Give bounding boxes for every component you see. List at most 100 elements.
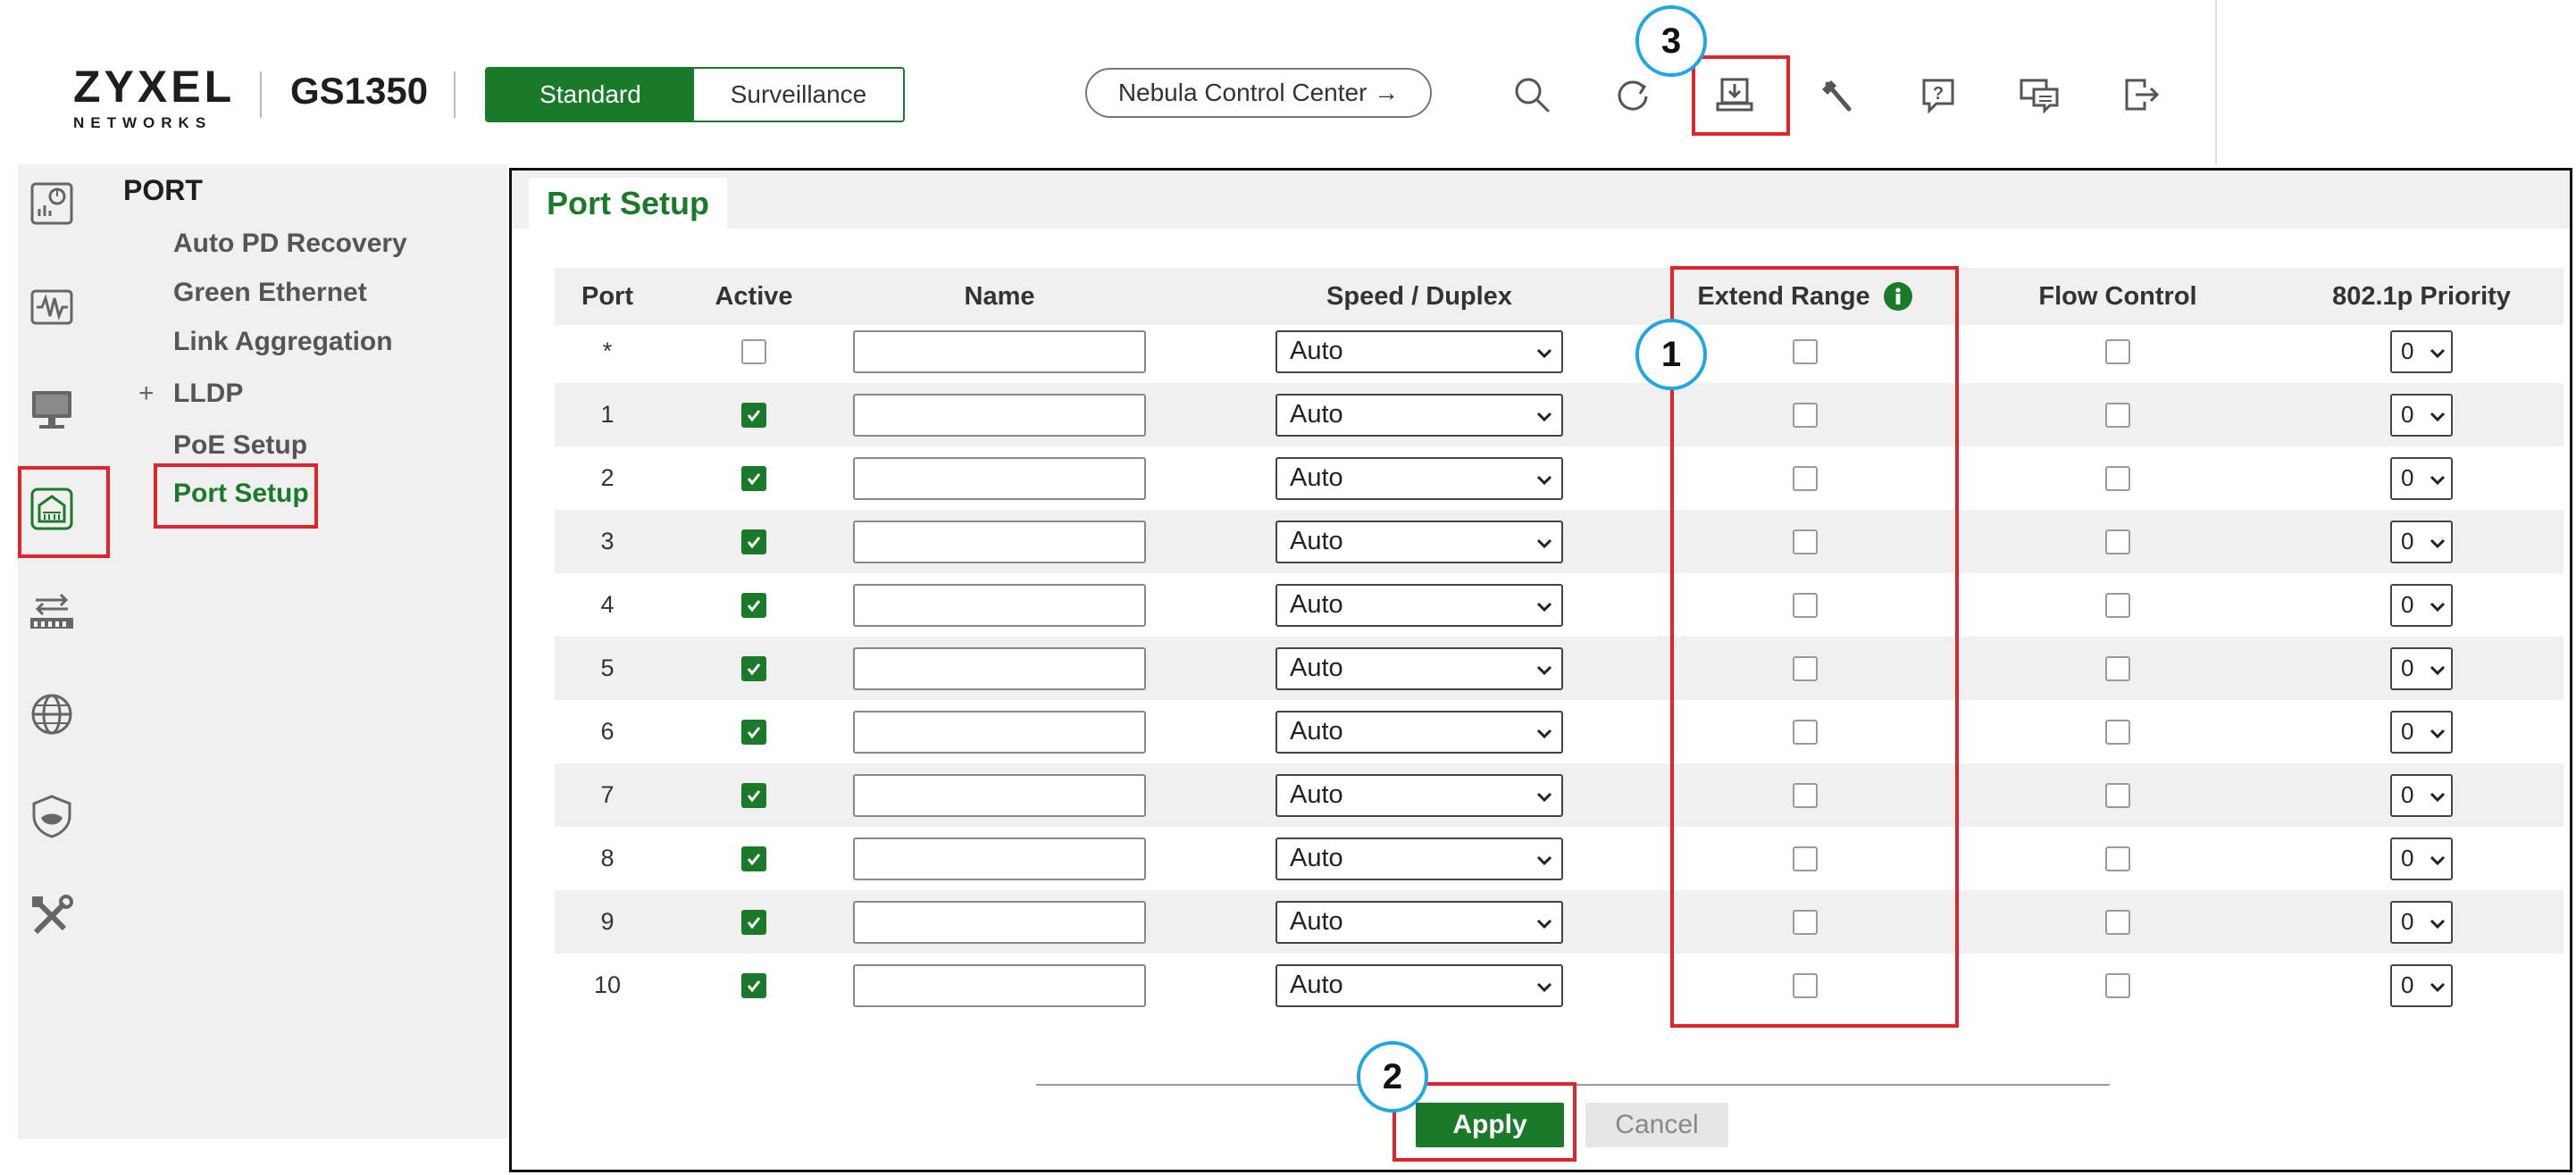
- port-cell: *: [555, 320, 660, 383]
- priority-select[interactable]: 0: [2390, 583, 2453, 627]
- flow-control-checkbox[interactable]: [2105, 909, 2130, 935]
- active-cell: [660, 890, 848, 954]
- priority-cell: 0: [2279, 700, 2564, 763]
- active-checkbox[interactable]: [741, 972, 766, 998]
- active-checkbox[interactable]: [741, 782, 766, 808]
- active-cell: [660, 446, 848, 510]
- active-checkbox[interactable]: [741, 909, 766, 935]
- priority-select[interactable]: 0: [2390, 393, 2453, 437]
- speed-duplex-select[interactable]: Auto: [1275, 710, 1563, 754]
- search-icon[interactable]: [1505, 68, 1559, 121]
- logout-icon[interactable]: [2114, 68, 2168, 121]
- flow-control-checkbox[interactable]: [2105, 782, 2130, 808]
- flow-control-checkbox[interactable]: [2105, 719, 2130, 745]
- table-row: 2 Auto 0: [555, 446, 2563, 510]
- help-icon[interactable]: ?: [1911, 68, 1965, 121]
- name-cell: [848, 320, 1151, 383]
- flow-control-checkbox[interactable]: [2105, 338, 2130, 364]
- priority-value: 0: [2401, 528, 2414, 554]
- speed-duplex-select[interactable]: Auto: [1275, 963, 1563, 1007]
- nav-item-green-ethernet[interactable]: Green Ethernet: [173, 278, 367, 308]
- chevron-down-icon: [1536, 907, 1552, 937]
- cancel-button[interactable]: Cancel: [1585, 1103, 1728, 1147]
- switching-icon[interactable]: [25, 586, 79, 639]
- speed-duplex-select[interactable]: Auto: [1275, 393, 1563, 437]
- flow-control-checkbox[interactable]: [2105, 972, 2130, 998]
- nav-item-auto-pd-recovery[interactable]: Auto PD Recovery: [173, 229, 407, 259]
- port-name-input[interactable]: [853, 773, 1146, 817]
- nav-item-poe-setup[interactable]: PoE Setup: [173, 430, 307, 461]
- speed-duplex-select[interactable]: Auto: [1275, 773, 1563, 817]
- priority-select[interactable]: 0: [2390, 963, 2453, 1007]
- highlight-port-setup-nav: [154, 463, 318, 529]
- port-name-input[interactable]: [853, 710, 1146, 754]
- maintenance-icon[interactable]: [25, 889, 79, 943]
- active-checkbox[interactable]: [741, 338, 766, 364]
- priority-value: 0: [2401, 591, 2414, 618]
- speed-duplex-select[interactable]: Auto: [1275, 583, 1563, 627]
- speed-duplex-select[interactable]: Auto: [1275, 646, 1563, 690]
- active-checkbox[interactable]: [741, 402, 766, 428]
- name-cell: [848, 700, 1151, 763]
- flow-control-cell: [1984, 827, 2252, 890]
- priority-select[interactable]: 0: [2390, 773, 2453, 817]
- active-checkbox[interactable]: [741, 719, 766, 745]
- active-checkbox[interactable]: [741, 465, 766, 491]
- flow-control-checkbox[interactable]: [2105, 402, 2130, 428]
- active-checkbox[interactable]: [741, 592, 766, 618]
- port-cell: 10: [555, 954, 660, 1017]
- flow-control-checkbox[interactable]: [2105, 592, 2130, 618]
- chevron-down-icon: [1536, 400, 1552, 429]
- monitor-icon[interactable]: [25, 280, 79, 334]
- nav-item-link-aggregation[interactable]: Link Aggregation: [173, 327, 393, 357]
- port-number: 6: [600, 718, 615, 745]
- system-icon[interactable]: [25, 382, 79, 436]
- nebula-control-center-button[interactable]: Nebula Control Center →: [1085, 68, 1432, 118]
- port-name-input[interactable]: [853, 393, 1146, 437]
- priority-select[interactable]: 0: [2390, 837, 2453, 880]
- port-name-input[interactable]: [853, 329, 1146, 373]
- priority-select[interactable]: 0: [2390, 329, 2453, 373]
- flow-control-checkbox[interactable]: [2105, 846, 2130, 871]
- flow-control-checkbox[interactable]: [2105, 529, 2130, 554]
- port-name-input[interactable]: [853, 837, 1146, 880]
- port-number: 2: [600, 464, 615, 491]
- mode-surveillance-button[interactable]: Surveillance: [694, 69, 903, 121]
- active-checkbox[interactable]: [741, 529, 766, 554]
- active-checkbox[interactable]: [741, 655, 766, 681]
- network-icon[interactable]: [25, 688, 79, 741]
- nav-item-lldp[interactable]: LLDP: [173, 379, 243, 409]
- feedback-icon[interactable]: [2012, 68, 2066, 121]
- priority-select[interactable]: 0: [2390, 710, 2453, 754]
- speed-value: Auto: [1290, 527, 1343, 555]
- port-name-input[interactable]: [853, 900, 1146, 944]
- priority-select[interactable]: 0: [2390, 900, 2453, 944]
- active-checkbox[interactable]: [741, 846, 766, 871]
- port-name-input[interactable]: [853, 520, 1146, 563]
- port-name-input[interactable]: [853, 583, 1146, 627]
- security-icon[interactable]: [25, 789, 79, 843]
- chevron-down-icon: [2430, 654, 2446, 682]
- speed-duplex-select[interactable]: Auto: [1275, 456, 1563, 500]
- port-name-input[interactable]: [853, 646, 1146, 690]
- speed-duplex-select[interactable]: Auto: [1275, 329, 1563, 373]
- speed-duplex-select[interactable]: Auto: [1275, 837, 1563, 880]
- dashboard-icon[interactable]: [25, 177, 79, 230]
- mode-standard-button[interactable]: Standard: [487, 69, 694, 121]
- port-name-input[interactable]: [853, 456, 1146, 500]
- active-cell: [660, 383, 848, 446]
- speed-duplex-select[interactable]: Auto: [1275, 520, 1563, 563]
- priority-select[interactable]: 0: [2390, 520, 2453, 563]
- priority-select[interactable]: 0: [2390, 456, 2453, 500]
- priority-select[interactable]: 0: [2390, 646, 2453, 690]
- tab-port-setup[interactable]: Port Setup: [529, 178, 727, 229]
- flow-control-checkbox[interactable]: [2105, 465, 2130, 491]
- refresh-icon[interactable]: [1606, 68, 1660, 121]
- callout-2: 2: [1357, 1041, 1428, 1112]
- expand-icon[interactable]: +: [138, 379, 155, 409]
- port-name-input[interactable]: [853, 963, 1146, 1007]
- speed-duplex-select[interactable]: Auto: [1275, 900, 1563, 944]
- chevron-down-icon: [1536, 590, 1552, 620]
- tools-icon[interactable]: [1810, 68, 1863, 121]
- flow-control-checkbox[interactable]: [2105, 655, 2130, 681]
